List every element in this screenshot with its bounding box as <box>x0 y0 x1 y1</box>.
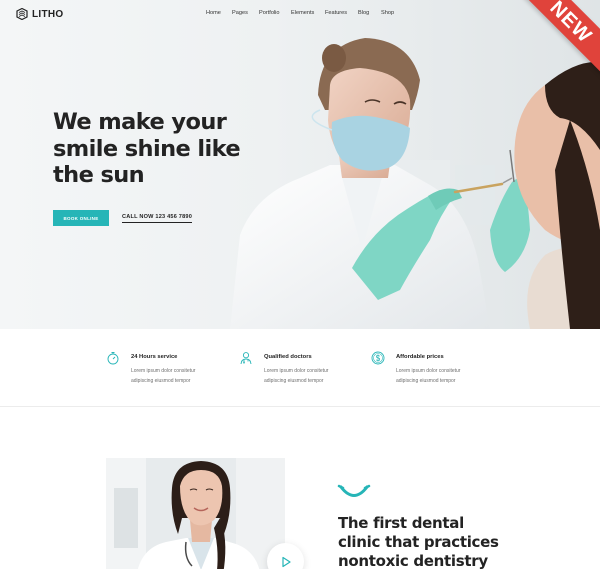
nav-item-shop[interactable]: Shop <box>381 10 401 16</box>
nav-item-pages[interactable]: Pages <box>232 10 259 16</box>
logo[interactable]: LITHO <box>16 8 64 20</box>
dollar-coin-icon <box>371 351 385 365</box>
hero-section: LITHO Home Pages Portfolio Elements Feat… <box>0 0 600 329</box>
book-online-button[interactable]: BOOK ONLINE <box>53 210 109 226</box>
about-section: The first dental clinic that practices n… <box>0 408 600 569</box>
top-navbar: LITHO Home Pages Portfolio Elements Feat… <box>0 0 600 28</box>
feature-title: Qualified doctors <box>264 354 312 360</box>
feature-title: Affordable prices <box>396 354 444 360</box>
play-video-button[interactable] <box>267 543 304 569</box>
hero-title: We make your smile shine like the sun <box>53 109 273 189</box>
nav-item-home[interactable]: Home <box>206 10 232 16</box>
doctor-icon <box>240 352 252 365</box>
main-nav: Home Pages Portfolio Elements Features B… <box>206 10 401 16</box>
doctor-photo <box>106 458 285 569</box>
play-icon <box>281 556 291 567</box>
feature-title: 24 Hours service <box>131 354 178 360</box>
hero-title-line: smile shine like <box>53 135 241 162</box>
nav-item-portfolio[interactable]: Portfolio <box>259 10 291 16</box>
logo-text: LITHO <box>32 8 64 20</box>
feature-desc: Lorem ipsum dolor consitetur adipiscing … <box>396 368 461 384</box>
nav-item-elements[interactable]: Elements <box>291 10 325 16</box>
about-title-line: clinic that practices <box>338 533 499 551</box>
call-now-link[interactable]: CALL NOW 123 456 7890 <box>122 214 193 223</box>
about-title: The first dental clinic that practices n… <box>338 514 538 569</box>
features-section: 24 Hours service Lorem ipsum dolor consi… <box>0 329 600 407</box>
about-title-line: The first dental <box>338 514 464 532</box>
feature-desc: Lorem ipsum dolor consitetur adipiscing … <box>131 368 196 384</box>
nav-item-blog[interactable]: Blog <box>358 10 381 16</box>
feature-desc: Lorem ipsum dolor consitetur adipiscing … <box>264 368 329 384</box>
nav-item-features[interactable]: Features <box>325 10 358 16</box>
stopwatch-icon <box>107 352 119 365</box>
hero-title-line: We make your <box>53 109 227 135</box>
logo-icon <box>16 8 28 20</box>
smile-icon <box>337 484 371 497</box>
doctor-portrait-image <box>106 458 285 569</box>
about-title-highlight: nontoxic dentistry <box>338 552 488 569</box>
hero-title-line: the sun <box>53 162 145 188</box>
